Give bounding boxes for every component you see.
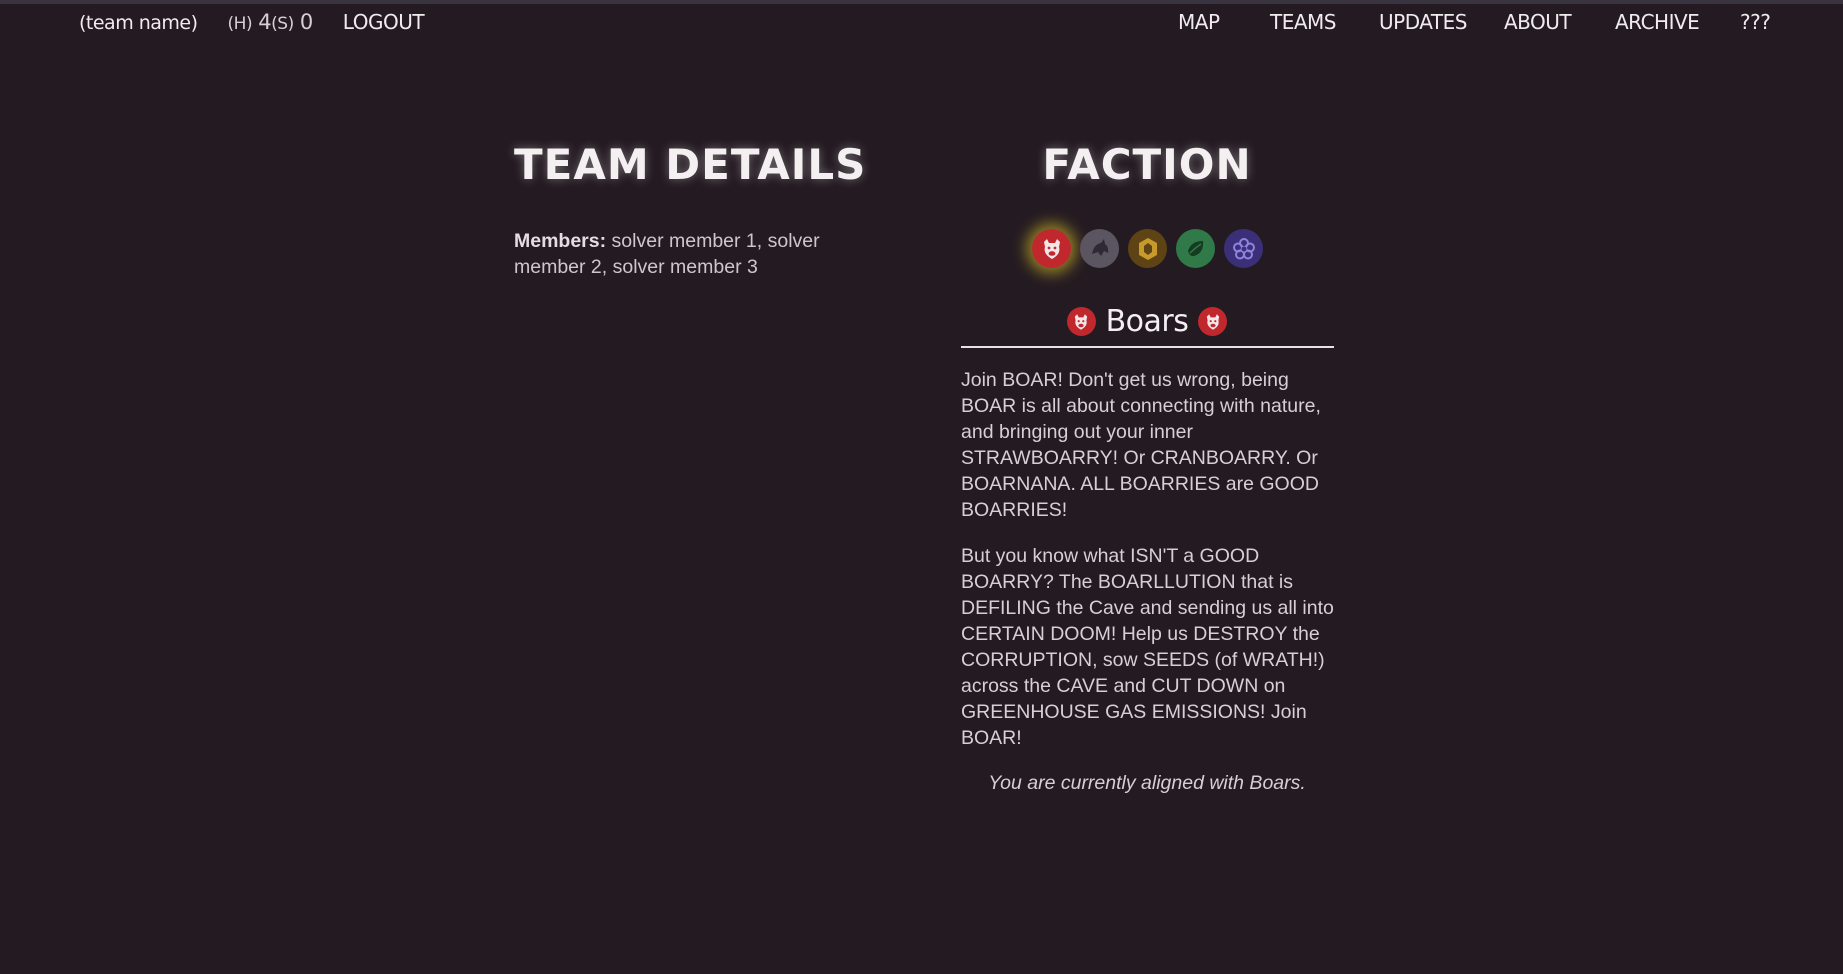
- faction-description-paragraph: Join BOAR! Don't get us wrong, being BOA…: [961, 369, 1321, 521]
- faction-title: Boars: [961, 304, 1333, 339]
- beast-icon: [1091, 238, 1108, 256]
- leaf-icon: [1187, 240, 1203, 256]
- faction-divider: [961, 346, 1334, 348]
- faction-description-paragraph: But you know what ISN'T a GOOD BOARRY? T…: [961, 545, 1334, 749]
- score-s-value: 0: [299, 10, 313, 34]
- logout-link[interactable]: LOGOUT: [343, 10, 425, 34]
- faction-description: Join BOAR! Don't get us wrong, being BOA…: [961, 367, 1339, 771]
- faction-name: Boars: [1105, 304, 1189, 339]
- team-details-heading: TEAM DETAILS: [514, 140, 867, 189]
- faction-option-beast[interactable]: [1080, 229, 1119, 268]
- nav-link-mystery[interactable]: ???: [1740, 10, 1771, 34]
- nav-link-about[interactable]: ABOUT: [1504, 10, 1572, 34]
- faction-option-hexagon[interactable]: [1128, 229, 1167, 268]
- nav-left: (team name) (H) 4(S) 0 LOGOUT: [79, 10, 425, 34]
- score-h-value: 4: [258, 10, 272, 34]
- faction-selector: [1032, 229, 1263, 268]
- flower-icon: [1232, 237, 1255, 259]
- nav-link-updates[interactable]: UPDATES: [1379, 10, 1467, 34]
- nav-link-map[interactable]: MAP: [1178, 10, 1220, 34]
- faction-heading: FACTION: [1042, 140, 1252, 189]
- nav-link-teams[interactable]: TEAMS: [1270, 10, 1337, 34]
- faction-option-boar[interactable]: [1032, 229, 1071, 268]
- members-text: Members: solver member 1, solver member …: [514, 228, 844, 280]
- nav-link-archive[interactable]: ARCHIVE: [1615, 10, 1700, 34]
- score-h-label: (H): [227, 14, 253, 34]
- hexagon-icon: [1138, 237, 1157, 260]
- boar-icon: [1043, 238, 1060, 259]
- team-name[interactable]: (team name): [79, 12, 198, 34]
- boar-icon: [1066, 307, 1096, 336]
- members-label: Members:: [514, 230, 607, 252]
- alignment-status: You are currently aligned with Boars.: [988, 772, 1306, 794]
- score-s-label: (S): [271, 14, 294, 34]
- faction-option-leaf[interactable]: [1176, 229, 1215, 268]
- boar-icon: [1198, 307, 1228, 336]
- top-nav: (team name) (H) 4(S) 0 LOGOUT MAP TEAMS …: [0, 4, 1843, 44]
- score: (H) 4(S) 0: [227, 10, 314, 34]
- faction-option-flower[interactable]: [1224, 229, 1263, 268]
